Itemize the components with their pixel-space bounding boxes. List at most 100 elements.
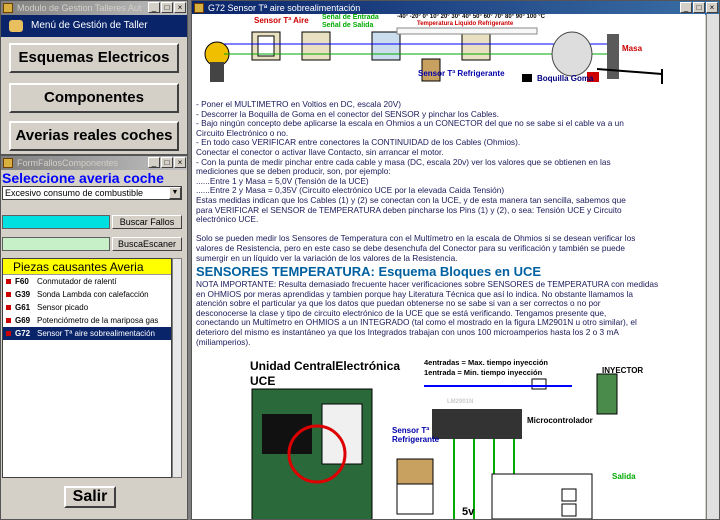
maximize-button[interactable]: □ [693,2,705,13]
parts-list-item[interactable]: F60 Conmutador de ralentí [3,275,171,288]
select-fault-label: Seleccione averia coche [2,170,164,186]
menu-window-title: Modulo de Gestion Talleres Aut [17,3,142,13]
close-icon[interactable]: × [706,2,718,13]
item-marker-icon [6,292,11,297]
exit-button[interactable]: Salir [64,486,116,508]
text-line: Estas medidas indican que los Cables (1)… [196,195,626,205]
search-faults-field[interactable] [2,215,110,229]
uce-label: UCE [250,374,276,388]
item-marker-icon [6,318,11,323]
fallos-window-title: FormFallosComponentes [17,158,119,168]
inyector-label: INYECTOR [602,366,644,375]
boquilla-goma-label: Boquilla Goma [537,74,594,83]
senal-salida-label: Señal de Salida [322,22,374,29]
search-faults-button[interactable]: Buscar Fallos [112,215,182,229]
search-scanner-field[interactable] [2,237,110,251]
content-scrollbar[interactable] [706,14,719,519]
parts-list-header: Piezas causantes Averia [3,259,171,275]
text-line: Circuito Electrónico o no. [196,128,289,138]
close-icon[interactable]: × [174,157,186,168]
text-line: desconocerse la clase y tipo de circuito… [196,308,607,318]
item-marker-icon [6,279,11,284]
close-icon[interactable]: × [174,2,186,13]
uce-title: Unidad CentralElectrónica [250,359,401,373]
microcontrolador-label: Microcontrolador [527,416,593,425]
section-title: SENSORES TEMPERATURA: Esquema Bloques en… [196,264,542,279]
text-line: (miliamperios). [196,337,251,347]
menu-window: Modulo de Gestion Talleres Aut _ □ × Menú … [0,0,188,155]
averias-reales-button[interactable]: Averias reales coches [9,121,179,151]
minimize-button[interactable]: _ [680,2,692,13]
text-line: - Poner el MULTIMETRO en Voltios en DC, … [196,100,402,109]
item-code: G72 [15,329,31,338]
parts-list-item[interactable]: G69 Potenciómetro de la mariposa gas [3,314,171,327]
item-marker-icon [6,331,11,336]
item-code: G39 [15,290,31,299]
item-code: G61 [15,303,31,312]
content-window-title: G72 Sensor Tª aire sobrealimentación [208,3,361,13]
minimize-button[interactable]: _ [148,157,160,168]
sensor-aire-label: Sensor Tª Aire [254,16,309,25]
temp-scale: -40° -20° 0° 10° 20° 30° 40° 50° 60° 70°… [397,14,545,20]
text-line: sumergir en un líquido ver la variación … [196,253,458,263]
text-line: Solo se pueden medir los Sensores de Tem… [196,234,636,244]
form-icon [3,158,13,168]
sensor-refrigerante-label: Sensor Tª Refrigerante [418,69,505,78]
hand-icon [9,20,23,32]
item-name: Potenciómetro de la mariposa gas [37,316,159,325]
text-line: electrónico UCE. [196,215,259,225]
componentes-button[interactable]: Componentes [9,83,179,113]
fallos-window-titlebar[interactable]: FormFallosComponentes _ □ × [1,156,187,170]
chevron-down-icon[interactable]: ▼ [169,187,181,199]
search-scanner-button[interactable]: BuscaEscaner [112,237,182,251]
min-injection-label: 1entrada = Min. tiempo inyección [424,368,543,377]
masa-label: Masa [622,44,643,53]
parts-list-item[interactable]: G61 Sensor picado [3,301,171,314]
parts-list[interactable]: Piezas causantes Averia F60 Conmutador de… [2,258,172,478]
text-line: - Bajo ningún concepto debe aplicarse la… [196,119,624,129]
esquemas-electricos-button[interactable]: Esquemas Electricos [9,43,179,73]
minimize-button[interactable]: _ [148,2,160,13]
text-line: - Con la punta de medir pinchar entre ca… [196,157,611,167]
text-line: ......Entre 1 y Masa = 5,0V (Tensión de … [196,176,369,186]
text-line: - Descorrer la Boquilla de Goma en el co… [196,109,499,119]
note-text: NOTA IMPORTANTE: Resulta demasiado frecu… [196,280,701,347]
menu-header: Menú de Gestión de Taller [1,15,187,37]
item-code: F60 [15,277,29,286]
maximize-button[interactable]: □ [161,2,173,13]
temp-liquido-label: Temperatura Liquido Refrigerante [417,21,514,27]
item-name: Sensor Tª aire sobrealimentación [37,329,155,338]
menu-header-label: Menú de Gestión de Taller [31,20,148,31]
item-code: G69 [15,316,31,325]
app-icon [3,3,13,13]
text-line: mediciones que se deben producir, son, p… [196,167,391,177]
salida-label: Salida [612,472,636,481]
fault-select-value: Excesivo consumo de combustible [5,188,144,198]
instructions-text: - Poner el MULTIMETRO en Voltios en DC, … [196,100,701,263]
senal-entrada-label: Señal de Entrada [322,14,379,21]
parts-list-item[interactable]: G72 Sensor Tª aire sobrealimentación [3,327,171,340]
vcc-label: 5v [462,506,475,518]
menu-window-titlebar[interactable]: Modulo de Gestion Talleres Aut _ □ × [1,1,187,15]
text-line: para VERIFICAR el SENSOR de TEMPERATURA … [196,205,622,215]
item-marker-icon [6,305,11,310]
text-line: deterioro del mismo es instantáneo ya qu… [196,327,619,337]
text-line: en OHMIOS por meras aprendidas y tambien… [196,289,634,299]
maximize-button[interactable]: □ [161,157,173,168]
text-line: valores de Resistencia, pero en este cas… [196,243,625,253]
max-injection-label: 4entradas = Max. tiempo inyección [424,358,549,367]
parts-list-item[interactable]: G39 Sonda Lambda con calefacción [3,288,171,301]
text-line [196,225,701,235]
text-line: ......Entre 2 y Masa = 0,35V (Circuito e… [196,186,505,196]
parts-list-scrollbar[interactable] [172,258,182,478]
sensor-refrigerante-bottom-label: Sensor Tª Refrigerante [392,426,440,444]
text-line: - En todo caso VERIFICAR entre conectore… [196,138,521,148]
doc-icon [194,3,204,13]
content-pane: Sensor Tª Aire Señal de Entrada Señal de… [192,14,705,519]
fault-select[interactable]: Excesivo consumo de combustible ▼ [2,186,182,200]
item-name: Sonda Lambda con calefacción [37,290,149,299]
content-window-titlebar[interactable]: G72 Sensor Tª aire sobrealimentación _ □ × [192,1,719,15]
text-line: NOTA IMPORTANTE: Resulta demasiado frecu… [196,280,659,289]
item-name: Conmutador de ralentí [37,277,117,286]
text-line: conectando un Multímetro en OHMIOS a un … [196,318,637,328]
